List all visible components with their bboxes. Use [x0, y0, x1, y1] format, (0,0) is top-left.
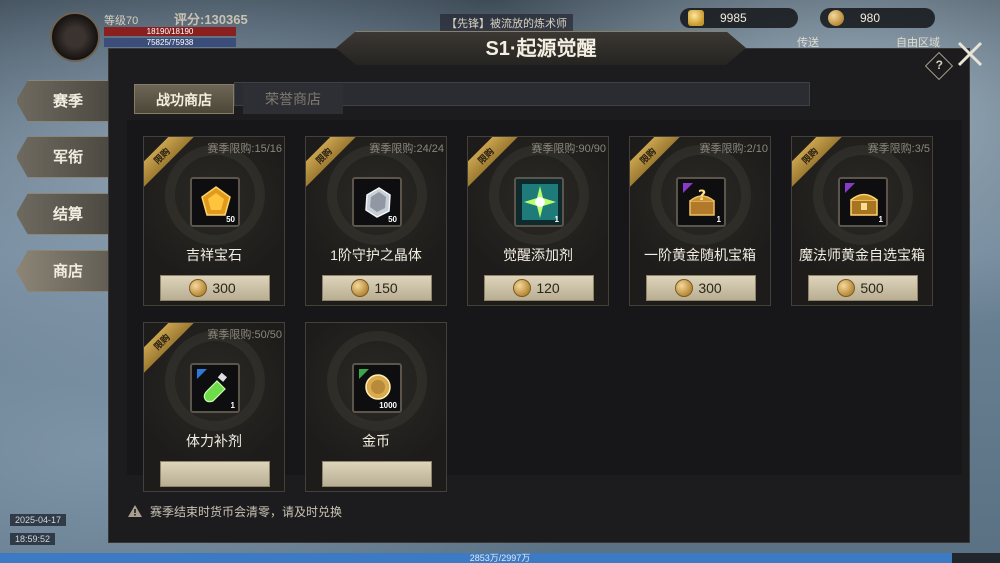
item-icon-slot: 50 — [190, 177, 240, 227]
player-level: 等级70 — [104, 15, 139, 27]
item-icon-slot: 1 — [838, 177, 888, 227]
nav-item-shop[interactable]: 商店 — [16, 250, 116, 292]
purchase-limit: 赛季限购:24/24 — [369, 143, 444, 155]
item-price: 300 — [698, 280, 722, 296]
purchase-limit: 赛季限购:3/5 — [867, 143, 930, 155]
item-icon-slot: 1 — [514, 177, 564, 227]
nav-item-settlement[interactable]: 结算 — [16, 193, 116, 235]
purchase-limit: 赛季限购:15/16 — [207, 143, 282, 155]
gold-ingot-icon — [688, 10, 704, 26]
coin-icon — [189, 279, 207, 297]
tab-merit-shop[interactable]: 战功商店 — [134, 84, 234, 114]
season-reset-note: 赛季结束时货币会清零，请及时兑换 — [150, 505, 343, 519]
item-name: 魔法师黄金自选宝箱 — [799, 247, 925, 263]
buy-button[interactable]: 300 — [160, 275, 270, 301]
nav-item-season[interactable]: 赛季 — [16, 80, 116, 122]
item-price: 500 — [860, 280, 884, 296]
gold-chest-icon — [845, 183, 878, 216]
item-grid: 限购 赛季限购:15/16 50 吉祥宝石 300 限购 赛季限购:24/24 … — [127, 120, 962, 492]
shop-item-card[interactable]: 1000 金币 — [305, 322, 447, 492]
coin-icon — [837, 279, 855, 297]
coin-currency[interactable]: 980 — [820, 8, 935, 28]
item-icon-slot: ? 1 — [676, 177, 726, 227]
shop-item-card[interactable]: 限购 赛季限购:2/10 ? 1 一阶黄金随机宝箱 300 — [629, 136, 771, 306]
purchase-limit: 赛季限购:50/50 — [207, 329, 282, 341]
mystery-chest-icon: ? — [683, 183, 715, 216]
coin-icon — [351, 279, 369, 297]
close-icon[interactable] — [954, 38, 986, 70]
date-label: 2025-04-17 — [10, 514, 67, 526]
item-name: 金币 — [362, 433, 390, 449]
shop-item-card[interactable]: 限购 赛季限购:15/16 50 吉祥宝石 300 — [143, 136, 285, 306]
item-quantity: 50 — [388, 215, 397, 224]
time-label: 18:59:52 — [10, 533, 56, 545]
panel-title: S1·起源觉醒 — [336, 31, 746, 65]
item-icon-slot: 1 — [190, 363, 240, 413]
scroll-notice: 【先锋】被流放的炼术师 — [440, 14, 573, 32]
burst-icon — [522, 184, 558, 220]
shop-item-card[interactable]: 限购 赛季限购:50/50 1 体力补剂 — [143, 322, 285, 492]
player-score: 评分:130365 — [174, 12, 248, 27]
item-quantity: 1000 — [379, 401, 397, 410]
coin-amount: 980 — [860, 11, 881, 25]
potion-icon — [197, 369, 227, 403]
purchase-limit: 赛季限购:90/90 — [531, 143, 606, 155]
purchase-limit: 赛季限购:2/10 — [699, 143, 768, 155]
item-price: 300 — [212, 280, 236, 296]
item-quantity: 50 — [226, 215, 235, 224]
shop-item-card[interactable]: 限购 赛季限购:90/90 1 觉醒添加剂 120 — [467, 136, 609, 306]
nav-item-rank[interactable]: 军衔 — [16, 136, 116, 178]
mp-bar: 75825/75938 — [104, 38, 236, 47]
exp-label: 2853万/2997万 — [469, 553, 531, 563]
item-quantity: 1 — [878, 215, 883, 224]
shop-item-card[interactable]: 限购 赛季限购:3/5 1 魔法师黄金自选宝箱 500 — [791, 136, 933, 306]
hp-bar: 18190/18190 — [104, 27, 236, 36]
item-quantity: 1 — [716, 215, 721, 224]
item-price: 150 — [374, 280, 398, 296]
buy-button[interactable]: 120 — [484, 275, 594, 301]
item-name: 体力补剂 — [186, 433, 242, 449]
buy-button[interactable] — [160, 461, 270, 487]
player-avatar[interactable] — [50, 12, 100, 62]
buy-button[interactable]: 300 — [646, 275, 756, 301]
buy-button[interactable]: 150 — [322, 275, 432, 301]
buy-button[interactable] — [322, 461, 432, 487]
item-name: 觉醒添加剂 — [503, 247, 573, 263]
help-label: ? — [935, 58, 944, 73]
tab-honor-shop[interactable]: 荣誉商店 — [243, 84, 343, 114]
coin-icon — [513, 279, 531, 297]
item-name: 吉祥宝石 — [186, 247, 242, 263]
item-price: 120 — [536, 280, 560, 296]
item-quantity: 1 — [554, 215, 559, 224]
gold-amount: 9985 — [720, 11, 747, 25]
coin-icon — [675, 279, 693, 297]
gold-currency[interactable]: 9985 — [680, 8, 798, 28]
buy-button[interactable]: 500 — [808, 275, 918, 301]
item-quantity: 1 — [230, 401, 235, 410]
item-icon-slot: 1000 — [352, 363, 402, 413]
item-name: 1阶守护之晶体 — [330, 247, 422, 263]
coin-icon — [828, 10, 844, 26]
shop-item-card[interactable]: 限购 赛季限购:24/24 50 1阶守护之晶体 150 — [305, 136, 447, 306]
item-icon-slot: 50 — [352, 177, 402, 227]
svg-text:?: ? — [698, 188, 706, 204]
item-name: 一阶黄金随机宝箱 — [644, 247, 756, 263]
